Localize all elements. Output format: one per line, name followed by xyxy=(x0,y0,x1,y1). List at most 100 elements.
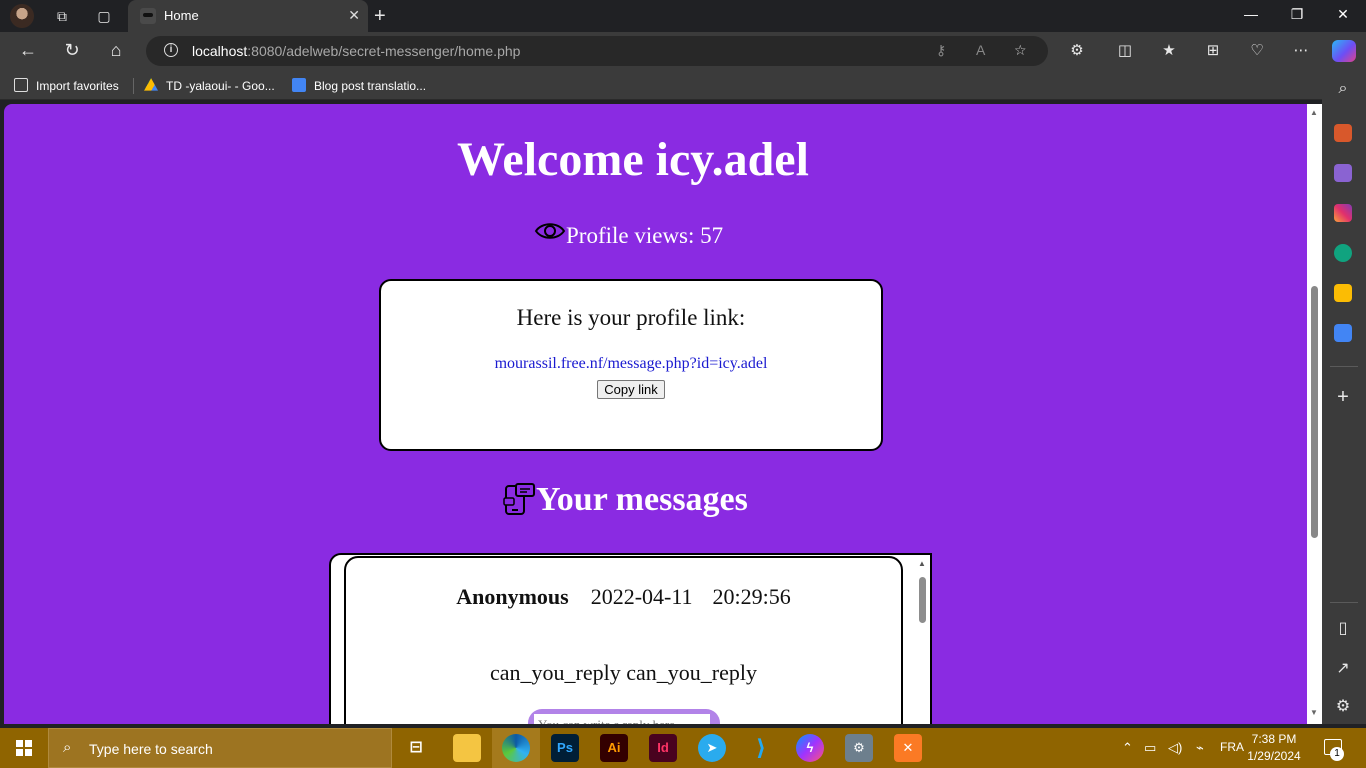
message-date: 2022-04-11 xyxy=(590,584,693,609)
profile-link-url[interactable]: mourassil.free.nf/message.php?id=icy.ade… xyxy=(495,355,768,373)
tab-home[interactable]: Home ✕ xyxy=(128,0,368,32)
copy-link-button[interactable]: Copy link xyxy=(597,380,665,399)
tab-title: Home xyxy=(164,8,199,23)
sidebar-keep-icon[interactable] xyxy=(1334,284,1352,302)
favorites-separator xyxy=(133,78,134,94)
profile-views-count: 57 xyxy=(700,223,724,248)
sidebar-add-icon[interactable]: + xyxy=(1332,386,1354,409)
page-scroll-down-icon[interactable]: ▼ xyxy=(1310,708,1318,717)
page-scrollbar[interactable]: ▲ ▼ xyxy=(1307,104,1322,724)
messages-scroll-thumb[interactable] xyxy=(919,577,926,623)
restore-icon[interactable]: ❐ xyxy=(1274,6,1320,23)
tab-actions-icon[interactable]: ▢ xyxy=(94,6,114,26)
message-header: Anonymous 2022-04-11 20:29:56 xyxy=(346,584,901,610)
close-window-icon[interactable]: ✕ xyxy=(1320,6,1366,23)
photoshop-icon[interactable]: Ps xyxy=(551,734,579,762)
illustrator-icon[interactable]: Ai xyxy=(600,734,628,762)
message-time: 20:29:56 xyxy=(712,584,791,609)
language-indicator[interactable]: FRA xyxy=(1220,740,1244,754)
eye-icon xyxy=(534,223,566,239)
browser-title-bar: ⧉ ▢ Home ✕ + — ❐ ✕ xyxy=(0,0,1366,32)
reply-field-wrapper xyxy=(528,709,720,724)
sidebar-search-icon[interactable]: ⌕ xyxy=(1332,80,1354,98)
split-screen-icon[interactable]: ◫ xyxy=(1114,41,1136,59)
sidebar-tools-icon[interactable] xyxy=(1334,124,1352,142)
taskbar-search-icon: ⌕ xyxy=(63,739,72,756)
profile-link-card: Here is your profile link: mourassil.fre… xyxy=(379,279,883,451)
task-view-icon[interactable]: ⊟ xyxy=(402,734,430,762)
copilot-icon[interactable] xyxy=(1332,40,1356,62)
profile-views: Profile views: 57 xyxy=(534,220,723,249)
browser-essentials-icon[interactable]: ♡ xyxy=(1246,41,1268,59)
profile-link-title: Here is your profile link: xyxy=(516,305,746,330)
favorite-import[interactable]: Import favorites xyxy=(14,78,119,93)
windows-start-icon[interactable] xyxy=(16,740,32,756)
indesign-icon[interactable]: Id xyxy=(649,734,677,762)
profile-avatar[interactable] xyxy=(10,4,34,28)
sidebar-translate-icon[interactable] xyxy=(1334,324,1352,342)
extensions-icon[interactable]: ⚙ xyxy=(1066,41,1088,59)
taskbar-search-placeholder: Type here to search xyxy=(89,741,213,757)
pinned-app-icon[interactable]: ⚙ xyxy=(845,734,873,762)
messages-frame: Anonymous 2022-04-11 20:29:56 can_you_repl… xyxy=(329,553,932,724)
read-aloud-icon[interactable]: A xyxy=(976,42,985,58)
xampp-icon[interactable]: ✕ xyxy=(894,734,922,762)
message-body: can_you_reply can_you_reply xyxy=(490,660,757,685)
favorite-star-icon[interactable]: ☆ xyxy=(1014,42,1027,59)
taskbar-search[interactable]: ⌕ Type here to search xyxy=(48,728,392,768)
favorite-docs[interactable]: Blog post translatio... xyxy=(292,78,426,93)
clock-time: 7:38 PM xyxy=(1251,732,1297,746)
volume-icon[interactable]: ◁) xyxy=(1168,740,1182,756)
more-menu-icon[interactable]: ⋯ xyxy=(1290,41,1312,59)
new-tab-icon[interactable]: + xyxy=(374,5,386,28)
tab-close-icon[interactable]: ✕ xyxy=(348,7,360,24)
refresh-icon[interactable]: ↻ xyxy=(60,40,84,61)
minimize-icon[interactable]: — xyxy=(1228,6,1274,22)
messages-heading: Your messages xyxy=(502,480,748,519)
message-card: Anonymous 2022-04-11 20:29:56 can_you_repl… xyxy=(344,556,903,724)
page-viewport: Welcome icy.adel Profile views: 57 Here … xyxy=(4,104,1307,724)
edge-sidebar: ⌕ + ▯ ↗ ⚙ xyxy=(1322,72,1366,724)
import-icon xyxy=(14,78,28,92)
welcome-heading: Welcome icy.adel xyxy=(457,133,809,186)
page-scroll-up-icon[interactable]: ▲ xyxy=(1310,108,1318,117)
windows-taskbar: ⌕ Type here to search ⊟ Ps Ai Id ➤ ⟩ ϟ ⚙… xyxy=(0,728,1366,768)
sidebar-instagram-icon[interactable] xyxy=(1334,204,1352,222)
clock-date: 1/29/2024 xyxy=(1247,749,1301,763)
favorites-icon[interactable]: ★ xyxy=(1158,41,1180,59)
google-drive-icon xyxy=(144,78,158,91)
tray-overflow-icon[interactable]: ⌃ xyxy=(1122,740,1133,756)
key-icon[interactable]: ⚷ xyxy=(936,42,946,59)
battery-icon[interactable]: ▭ xyxy=(1144,740,1156,756)
profile-views-label: Profile views: xyxy=(566,223,701,248)
page-scroll-thumb[interactable] xyxy=(1311,286,1318,538)
collections-icon[interactable]: ⊞ xyxy=(1202,41,1224,59)
sidebar-chatgpt-icon[interactable] xyxy=(1334,244,1352,262)
reply-input[interactable] xyxy=(534,714,710,724)
taskbar-clock[interactable]: 7:38 PM 1/29/2024 xyxy=(1244,731,1304,765)
notification-badge: 1 xyxy=(1330,747,1344,761)
url-text[interactable]: localhost:8080/adelweb/secret-messenger/… xyxy=(192,43,520,59)
network-icon[interactable]: ⌁ xyxy=(1196,740,1204,756)
favorite-drive[interactable]: TD -yalaoui- - Goo... xyxy=(144,78,275,93)
messages-scrollbar[interactable]: ▲ xyxy=(915,555,930,724)
sidebar-divider-bottom xyxy=(1330,602,1358,603)
home-icon[interactable]: ⌂ xyxy=(104,40,128,61)
messenger-icon[interactable]: ϟ xyxy=(796,734,824,762)
edge-taskbar-icon[interactable] xyxy=(502,734,530,762)
site-info-icon[interactable]: i xyxy=(164,43,178,57)
message-sender: Anonymous xyxy=(456,584,569,609)
sidebar-settings-icon[interactable]: ⚙ xyxy=(1332,696,1354,716)
workspaces-icon[interactable]: ⧉ xyxy=(52,6,72,26)
file-explorer-icon[interactable] xyxy=(453,734,481,762)
sidebar-designer-icon[interactable] xyxy=(1334,164,1352,182)
address-bar[interactable]: i localhost:8080/adelweb/secret-messenge… xyxy=(146,36,1048,66)
tab-favicon-icon xyxy=(140,8,156,24)
back-icon[interactable]: ← xyxy=(16,40,40,61)
sidebar-toggle-icon[interactable]: ▯ xyxy=(1332,618,1354,638)
messages-scroll-up-icon[interactable]: ▲ xyxy=(918,559,926,568)
browser-toolbar: ← ↻ ⌂ i localhost:8080/adelweb/secret-me… xyxy=(0,32,1366,72)
telegram-icon[interactable]: ➤ xyxy=(698,734,726,762)
sidebar-open-external-icon[interactable]: ↗ xyxy=(1332,658,1354,678)
vscode-icon[interactable]: ⟩ xyxy=(747,734,775,762)
